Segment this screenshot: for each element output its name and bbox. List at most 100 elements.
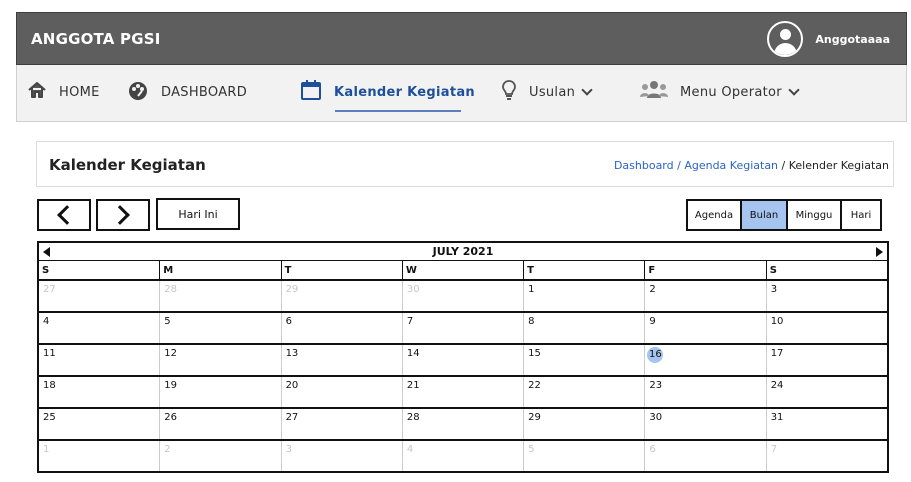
- calendar-day[interactable]: 29: [282, 281, 403, 311]
- calendar-day[interactable]: 2: [645, 281, 767, 311]
- calendar-day[interactable]: 3: [767, 281, 887, 311]
- day-number: 29: [528, 412, 541, 423]
- calendar-day[interactable]: 2: [160, 441, 282, 471]
- day-number: 26: [164, 412, 178, 423]
- day-number: 27: [43, 284, 56, 295]
- calendar-day[interactable]: 6: [645, 441, 767, 471]
- weekday-header-row: SMTWTFS: [39, 261, 887, 281]
- page-title-card: Kalender Kegiatan Dashboard / Agenda Keg…: [36, 141, 894, 187]
- calendar-day[interactable]: 28: [160, 281, 282, 311]
- calendar-day[interactable]: 24: [767, 377, 887, 407]
- day-number: 29: [285, 284, 299, 295]
- day-number: 28: [164, 284, 178, 295]
- calendar-day[interactable]: 14: [403, 345, 525, 375]
- breadcrumb-current: Kelender Kegiatan: [788, 159, 889, 172]
- calendar-day[interactable]: 25: [39, 409, 161, 439]
- calendar-day[interactable]: 27: [282, 409, 403, 439]
- day-number: 30: [406, 284, 420, 295]
- triangle-right-icon[interactable]: [876, 247, 883, 257]
- calendar-day[interactable]: 17: [767, 345, 887, 375]
- nav-item-usulan[interactable]: Usulan: [501, 79, 593, 105]
- calendar-day[interactable]: 22: [524, 377, 646, 407]
- calendar-day[interactable]: 29: [524, 409, 646, 439]
- breadcrumb-link-agenda[interactable]: Agenda Kegiatan: [684, 159, 778, 172]
- day-number: 6: [649, 444, 656, 455]
- calendar-day[interactable]: 1: [39, 441, 161, 471]
- day-number: 2: [164, 444, 171, 455]
- calendar-day[interactable]: 7: [767, 441, 887, 471]
- day-number: 3: [285, 444, 292, 455]
- weekday-header: T: [524, 261, 646, 279]
- calendar-day[interactable]: 7: [403, 313, 525, 343]
- calendar-day[interactable]: 13: [282, 345, 403, 375]
- main-nav: HOME DASHBOARD Kalender Kegiatan Usulan …: [16, 65, 907, 122]
- day-number: 24: [770, 380, 784, 391]
- calendar-day[interactable]: 28: [403, 409, 525, 439]
- day-number: 19: [164, 380, 178, 391]
- calendar-day[interactable]: 4: [403, 441, 525, 471]
- month-calendar: JULY 2021 SMTWTFS 27 28 29 30 1 2 3 4 5 6 7 8 9 10 11 1…: [37, 241, 889, 473]
- view-week-button[interactable]: Minggu: [786, 199, 842, 231]
- calendar-day[interactable]: 23: [645, 377, 767, 407]
- day-number: 7: [406, 316, 414, 327]
- calendar-day[interactable]: 30: [403, 281, 525, 311]
- nav-item-dashboard[interactable]: DASHBOARD: [127, 79, 247, 105]
- nav-label-home: HOME: [59, 84, 100, 100]
- view-switcher: Agenda Bulan Minggu Hari: [686, 199, 882, 231]
- day-number: 5: [164, 316, 171, 327]
- calendar-day[interactable]: 6: [282, 313, 403, 343]
- calendar-day[interactable]: 30: [645, 409, 767, 439]
- calendar-day[interactable]: 21: [403, 377, 525, 407]
- calendar-day[interactable]: 9: [645, 313, 767, 343]
- day-number: 23: [649, 380, 663, 391]
- calendar-day[interactable]: 19: [160, 377, 282, 407]
- view-day-button[interactable]: Hari: [840, 199, 882, 231]
- nav-item-home[interactable]: HOME: [27, 79, 100, 105]
- brand-title: ANGGOTA PGSI: [31, 30, 161, 48]
- calendar-day[interactable]: 11: [39, 345, 161, 375]
- month-title: JULY 2021: [432, 245, 494, 258]
- calendar-day[interactable]: 5: [524, 441, 646, 471]
- today-button[interactable]: Hari Ini: [156, 198, 240, 230]
- calendar-day[interactable]: 31: [767, 409, 887, 439]
- users-icon: [640, 80, 668, 104]
- day-number: 1: [43, 444, 50, 455]
- user-menu[interactable]: Anggotaaaa: [767, 21, 890, 57]
- calendar-day[interactable]: 15: [524, 345, 646, 375]
- calendar-day[interactable]: 8: [524, 313, 646, 343]
- nav-item-menu-operator[interactable]: Menu Operator: [640, 79, 800, 105]
- calendar-day[interactable]: 12: [160, 345, 282, 375]
- calendar-day[interactable]: 20: [282, 377, 403, 407]
- calendar-day[interactable]: 26: [160, 409, 282, 439]
- calendar-day[interactable]: 4: [39, 313, 161, 343]
- nav-label-menu-operator: Menu Operator: [680, 84, 782, 100]
- calendar-day[interactable]: 3: [282, 441, 403, 471]
- day-number: 22: [528, 380, 541, 391]
- calendar-day[interactable]: 1: [524, 281, 646, 311]
- day-number: 18: [43, 380, 56, 391]
- day-number: 7: [770, 444, 778, 455]
- weekday-header: M: [160, 261, 282, 279]
- calendar-icon: [300, 79, 322, 105]
- avatar-icon[interactable]: [767, 21, 804, 57]
- calendar-day[interactable]: 10: [767, 313, 887, 343]
- day-number: 25: [43, 412, 56, 423]
- calendar-week-row: 27 28 29 30 1 2 3: [39, 281, 887, 313]
- day-number: 14: [406, 348, 420, 359]
- breadcrumb-link-dashboard[interactable]: Dashboard: [614, 159, 674, 172]
- prev-month-button[interactable]: [37, 199, 91, 231]
- calendar-day[interactable]: 18: [39, 377, 161, 407]
- day-number: 10: [770, 316, 784, 327]
- view-month-button[interactable]: Bulan: [740, 199, 788, 231]
- calendar-day[interactable]: 5: [160, 313, 282, 343]
- username-label[interactable]: Anggotaaaa: [815, 33, 890, 46]
- chevron-down-icon: [581, 84, 593, 96]
- next-month-button[interactable]: [96, 199, 150, 231]
- calendar-day[interactable]: 27: [39, 281, 161, 311]
- day-number: 12: [164, 348, 178, 359]
- chevron-right-icon: [110, 205, 130, 225]
- view-agenda-button[interactable]: Agenda: [686, 199, 742, 231]
- weekday-header: W: [403, 261, 525, 279]
- nav-item-kalender[interactable]: Kalender Kegiatan: [300, 79, 475, 105]
- calendar-day-today[interactable]: 16: [645, 345, 767, 375]
